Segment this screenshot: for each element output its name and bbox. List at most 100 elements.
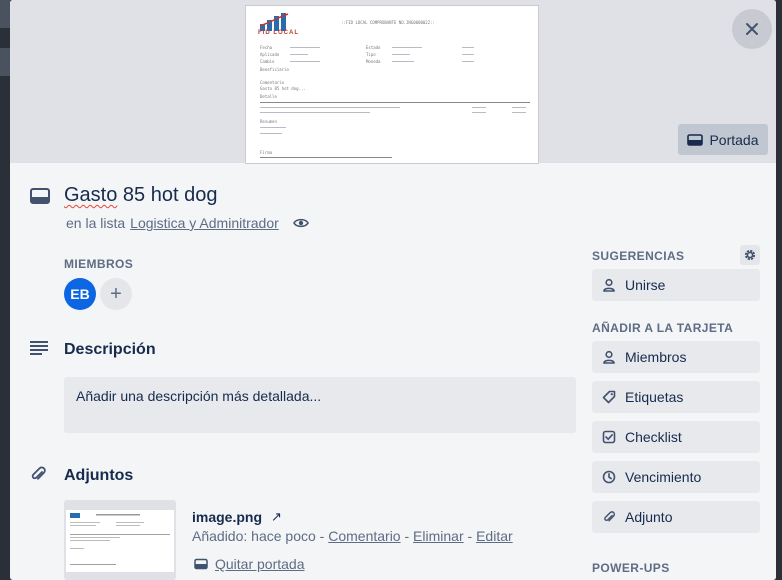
checklist-button[interactable]: Checklist (592, 421, 760, 453)
remove-cover-label: Quitar portada (215, 556, 305, 572)
members-button-label: Miembros (625, 349, 687, 365)
labels-button-label: Etiquetas (625, 389, 684, 405)
suggestions-settings-button[interactable] (740, 245, 760, 265)
powerups-label: POWER-UPS (592, 561, 670, 575)
person-icon (603, 278, 615, 292)
description-input[interactable]: Añadir una descripción más detallada... (64, 377, 576, 433)
list-link[interactable]: Logistica y Adminitrador (130, 215, 279, 231)
gear-icon (744, 249, 756, 261)
cover-button[interactable]: Portada (678, 124, 768, 155)
card-cover-icon (687, 133, 704, 146)
description-title: Descripción (64, 341, 156, 358)
cover-image: FID LOCAL ::FID LOCAL COMPROBANTE NO.JNG… (246, 6, 538, 163)
attachment-button-label: Adjunto (625, 509, 673, 525)
description-icon (30, 341, 48, 355)
backdrop-strip (0, 0, 10, 28)
remove-cover-button[interactable]: Quitar portada (194, 556, 305, 572)
join-label: Unirse (625, 277, 666, 293)
close-icon (746, 23, 758, 35)
doc-field: Cambio (260, 59, 275, 64)
doc-rule (290, 47, 320, 48)
attachment-button[interactable]: Adjunto (592, 501, 760, 533)
members-button[interactable]: Miembros (592, 341, 760, 373)
doc-comment-text: Gasto 85 hot dog... (260, 86, 306, 91)
person-icon (603, 350, 615, 364)
board-backdrop-left (0, 0, 10, 580)
doc-rule (260, 112, 370, 113)
attachment-file-name: image.png (192, 509, 263, 525)
doc-field: Tipo (366, 52, 376, 57)
avatar[interactable]: EB (64, 278, 96, 310)
card-cover[interactable]: FID LOCAL ::FID LOCAL COMPROBANTE NO.JNG… (10, 0, 776, 163)
attachment-separator: - (315, 528, 329, 544)
doc-header: ::FID LOCAL COMPROBANTE NO.JNG0000022:: (341, 20, 435, 25)
doc-rule (260, 157, 392, 158)
add-to-card-label: AÑADIR A LA TARJETA (592, 321, 734, 335)
doc-rule (462, 61, 474, 62)
board-backdrop-right (776, 0, 782, 580)
doc-summary-label: Resumen (260, 119, 277, 124)
doc-rule (290, 61, 320, 62)
due-date-button[interactable]: Vencimiento (592, 461, 760, 493)
join-button[interactable]: Unirse (592, 269, 760, 301)
checkbox-icon (602, 430, 616, 444)
due-date-button-label: Vencimiento (625, 469, 702, 485)
labels-button[interactable]: Etiquetas (592, 381, 760, 413)
doc-rule (512, 107, 526, 108)
doc-rule (392, 47, 422, 48)
doc-field: Beneficiario (260, 67, 289, 72)
attachment-separator: - (400, 528, 414, 544)
fid-logo-image (259, 13, 289, 31)
clock-icon (602, 470, 616, 484)
doc-rule (462, 54, 474, 55)
doc-rule (260, 107, 400, 108)
attachment-meta: Añadido: hace poco - Comentario - Elimin… (192, 528, 513, 544)
doc-rule (462, 47, 474, 48)
attachment-name[interactable]: image.png ↗ (192, 509, 282, 525)
list-prefix: en la lista (66, 215, 126, 231)
card-title[interactable]: Gasto 85 hot dog (64, 184, 217, 207)
doc-rule (260, 127, 286, 128)
checklist-button-label: Checklist (625, 429, 682, 445)
card-list-info: en la lista Logistica y Adminitrador (66, 215, 309, 231)
cover-button-label: Portada (709, 131, 759, 148)
doc-field: Estado (366, 45, 381, 50)
doc-rule (472, 112, 486, 113)
card-title-rest: 85 hot dog (117, 184, 218, 206)
card-icon (30, 188, 50, 204)
doc-rule (260, 133, 282, 134)
attachment-preview-graphic (70, 513, 170, 565)
card-cover-icon (194, 558, 208, 570)
doc-comment-label: Comentario (260, 80, 285, 85)
doc-rule (392, 61, 414, 62)
attachment-preview-image (66, 510, 174, 572)
paperclip-icon (31, 466, 46, 480)
members-label: MIEMBROS (64, 257, 134, 271)
doc-rule (512, 112, 526, 113)
doc-field: Moneda (366, 59, 381, 64)
doc-rule (392, 54, 410, 55)
backdrop-strip (0, 48, 10, 76)
attachment-edit-link[interactable]: Editar (476, 528, 513, 544)
attachment-thumbnail[interactable] (64, 500, 176, 580)
doc-rule (290, 54, 308, 55)
eye-icon[interactable] (292, 217, 309, 229)
doc-brand: FID LOCAL (258, 30, 299, 36)
suggestions-label: SUGERENCIAS (592, 249, 685, 263)
doc-detail-label: Detalle (260, 94, 277, 99)
open-external-icon[interactable]: ↗ (271, 509, 282, 525)
attachment-comment-link[interactable]: Comentario (328, 528, 400, 544)
close-button[interactable] (732, 9, 772, 49)
doc-field: Fecha (260, 45, 273, 50)
doc-rule (472, 107, 486, 108)
attachment-separator: - (463, 528, 477, 544)
card-title-misspelled-word: Gasto (64, 184, 118, 206)
add-member-button[interactable]: + (100, 278, 132, 310)
doc-signature-label: Firma (260, 150, 273, 155)
doc-field: Aplicado (260, 52, 280, 57)
card-detail-modal: FID LOCAL ::FID LOCAL COMPROBANTE NO.JNG… (10, 0, 776, 580)
attachments-title: Adjuntos (64, 467, 134, 484)
paperclip-icon (604, 511, 616, 522)
doc-rule (260, 102, 530, 103)
attachment-delete-link[interactable]: Eliminar (413, 528, 464, 544)
